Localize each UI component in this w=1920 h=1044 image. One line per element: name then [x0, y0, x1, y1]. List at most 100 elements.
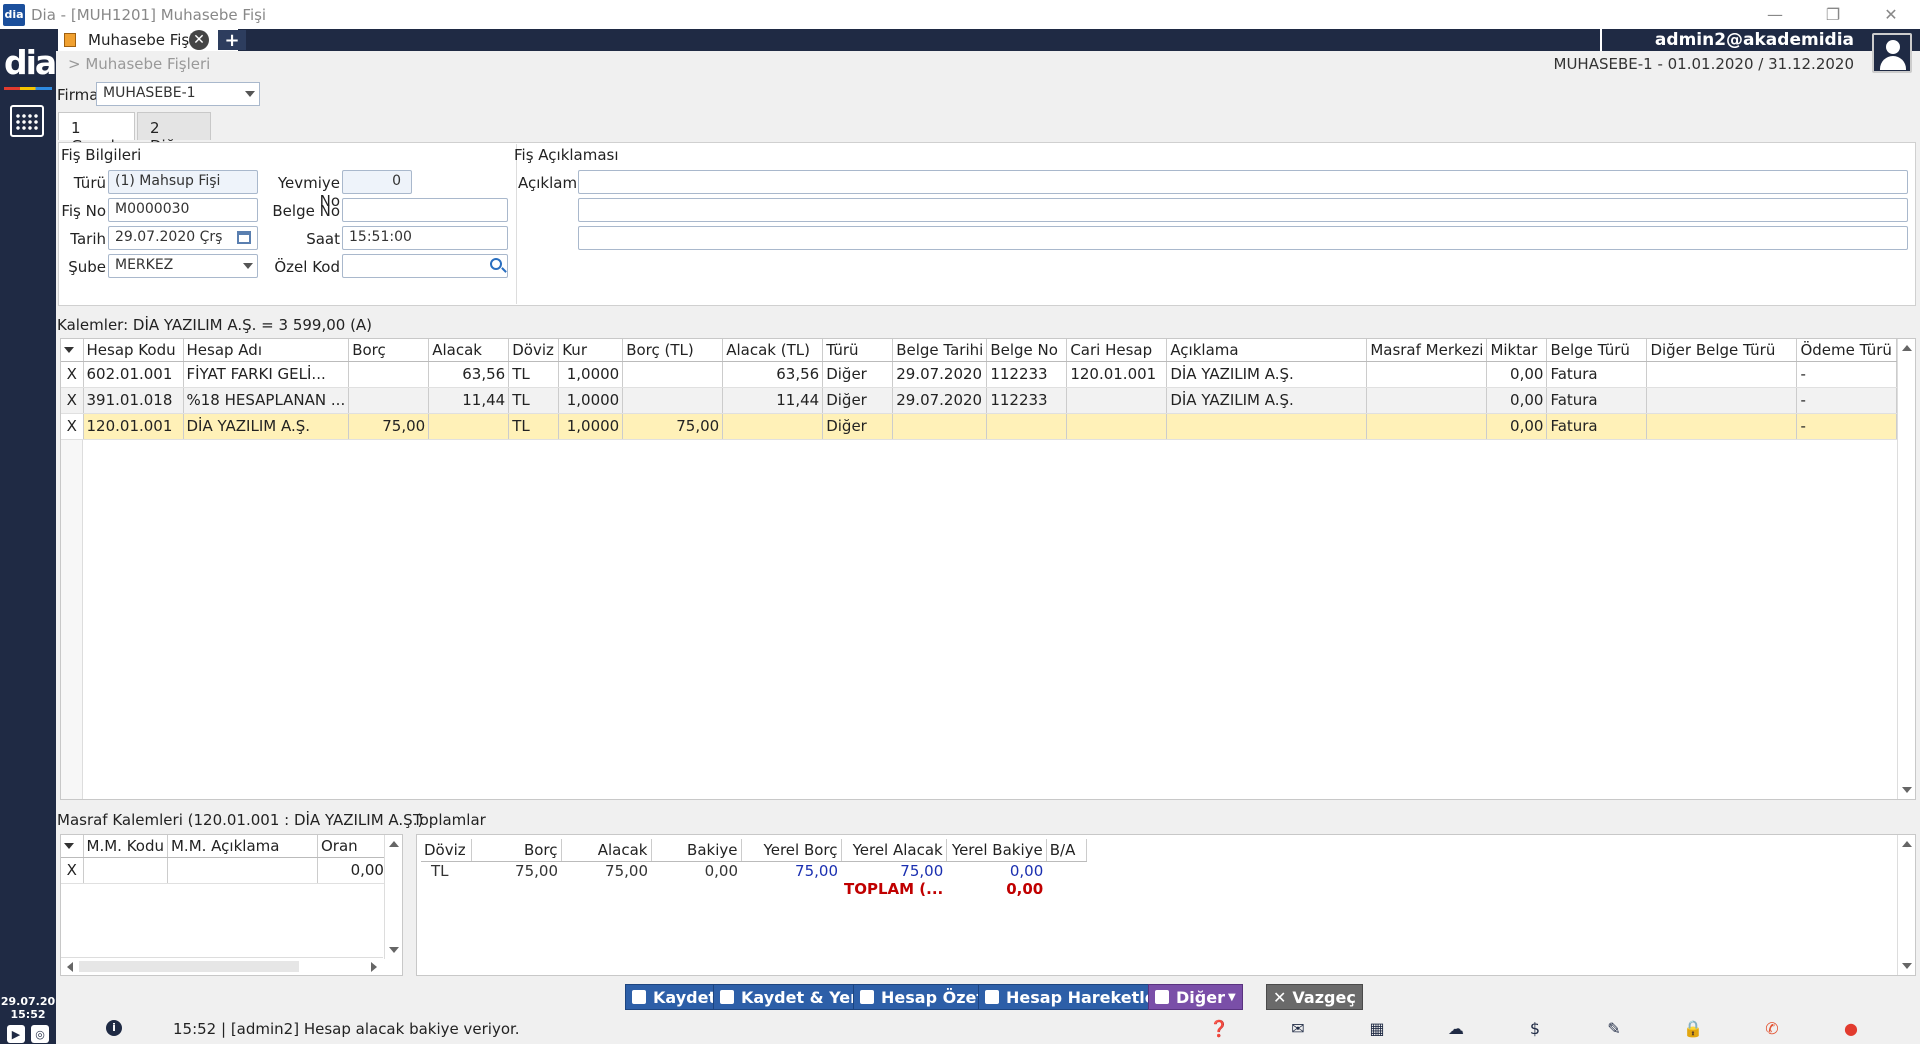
table-row-selected[interactable]: X 120.01.001 DİA YAZILIM A.Ş. 75,00 TL 1…	[61, 413, 1898, 440]
belgeno-field[interactable]	[342, 198, 508, 222]
cell[interactable]	[622, 361, 724, 388]
cell[interactable]: 1,0000	[558, 361, 624, 388]
cell[interactable]: 0,00	[1486, 413, 1548, 440]
col-odeme-turu[interactable]: Ödeme Türü	[1796, 339, 1898, 362]
col-kur[interactable]: Kur	[558, 339, 624, 362]
search-icon[interactable]	[490, 258, 502, 270]
delete-row-icon[interactable]: X	[61, 387, 84, 414]
cell[interactable]: Fatura	[1546, 413, 1648, 440]
phone-icon[interactable]: ✆	[1762, 1019, 1782, 1039]
cell[interactable]	[986, 413, 1068, 440]
col-turu[interactable]: Türü	[822, 339, 894, 362]
ozelkod-field[interactable]	[342, 254, 508, 278]
close-window-button[interactable]: ✕	[1862, 0, 1920, 29]
col-doviz[interactable]: Döviz	[508, 339, 560, 362]
col-borc[interactable]: Borç	[348, 339, 430, 362]
cell[interactable]	[622, 387, 724, 414]
cell[interactable]	[348, 387, 430, 414]
mail-icon[interactable]: ✉	[1288, 1019, 1308, 1039]
chevron-down-icon[interactable]	[243, 263, 253, 269]
kaydet-button[interactable]: Kaydet	[625, 984, 724, 1010]
toplamlar-vertical-scrollbar[interactable]	[1897, 835, 1915, 975]
cell[interactable]: 112233	[986, 387, 1068, 414]
cell[interactable]: 29.07.2020	[892, 387, 988, 414]
cell[interactable]: 1,0000	[558, 387, 624, 414]
scroll-up-icon[interactable]	[389, 841, 399, 847]
cell[interactable]: Fatura	[1546, 361, 1648, 388]
col-borc-tl[interactable]: Borç (TL)	[622, 339, 724, 362]
scroll-up-icon[interactable]	[1902, 841, 1912, 847]
vazgec-button[interactable]: ✕ Vazgeç	[1266, 984, 1363, 1010]
col-hesap-adi[interactable]: Hesap Adı	[183, 339, 350, 362]
col-oran[interactable]: Oran	[317, 835, 388, 858]
record-icon[interactable]: ●	[1841, 1019, 1861, 1039]
sube-select[interactable]: MERKEZ	[108, 254, 258, 278]
cell[interactable]	[83, 857, 168, 884]
cell[interactable]: 11,44	[428, 387, 510, 414]
restore-button[interactable]: ❐	[1804, 0, 1862, 29]
kaydet-yeni-button[interactable]: Kaydet & Yeni	[713, 984, 875, 1010]
cell[interactable]	[1066, 387, 1168, 414]
cell[interactable]: 75,00	[622, 413, 724, 440]
close-tab-icon[interactable]: ✕	[189, 30, 209, 50]
cell[interactable]: Fatura	[1546, 387, 1648, 414]
tab-genel[interactable]: 1 Genel	[58, 112, 135, 155]
scroll-down-icon[interactable]	[1902, 963, 1912, 969]
minimize-button[interactable]: —	[1746, 0, 1804, 29]
currency-icon[interactable]: $	[1525, 1019, 1545, 1039]
diger-button[interactable]: Diğer ▼	[1148, 984, 1243, 1010]
cell[interactable]	[1366, 413, 1488, 440]
info-icon[interactable]: i	[106, 1020, 122, 1036]
cloud-sync-icon[interactable]: ☁	[1446, 1019, 1466, 1039]
col-cari-hesap[interactable]: Cari Hesap	[1066, 339, 1168, 362]
chevron-down-icon[interactable]	[64, 843, 74, 850]
cell[interactable]	[1166, 413, 1368, 440]
tab-diger[interactable]: 2 Diğer	[137, 112, 211, 155]
cell[interactable]: 112233	[986, 361, 1068, 388]
cell[interactable]: DİA YAZILIM A.Ş.	[183, 413, 350, 440]
help-icon[interactable]: ❓	[1209, 1019, 1229, 1039]
scroll-left-icon[interactable]	[67, 962, 73, 972]
cell[interactable]: 11,44	[722, 387, 824, 414]
cell[interactable]	[1066, 413, 1168, 440]
instagram-icon[interactable]: ◎	[31, 1025, 49, 1043]
scroll-down-icon[interactable]	[389, 947, 399, 953]
col-masraf-merkezi[interactable]: Masraf Merkezi	[1366, 339, 1488, 362]
turu-field[interactable]: (1) Mahsup Fişi	[108, 170, 258, 194]
cell[interactable]: %18 HESAPLANAN ...	[183, 387, 350, 414]
cell[interactable]	[1646, 361, 1798, 388]
chat-icon[interactable]: ✎	[1604, 1019, 1624, 1039]
cell[interactable]	[1646, 413, 1798, 440]
col-alacak-tl[interactable]: Alacak (TL)	[722, 339, 824, 362]
aciklama-line-1[interactable]	[578, 170, 1908, 194]
cell[interactable]: 29.07.2020	[892, 361, 988, 388]
tarih-field[interactable]: 29.07.2020 Çrş	[108, 226, 258, 250]
hesap-hareketleri-button[interactable]: Hesap Hareketleri	[978, 984, 1176, 1010]
col-alacak[interactable]: Alacak	[428, 339, 510, 362]
cell[interactable]: 0,00	[1486, 361, 1548, 388]
cell[interactable]	[348, 361, 430, 388]
cell[interactable]	[722, 413, 824, 440]
scroll-down-icon[interactable]	[1902, 787, 1912, 793]
cell[interactable]: Diğer	[822, 413, 894, 440]
chevron-down-icon[interactable]	[245, 91, 255, 97]
yevmiye-field[interactable]: 0	[342, 170, 412, 194]
table-row[interactable]: X 391.01.018 %18 HESAPLANAN ... 11,44 TL…	[61, 387, 1898, 414]
delete-row-icon[interactable]: X	[61, 361, 84, 388]
delete-row-icon[interactable]: X	[61, 413, 84, 440]
col-miktar[interactable]: Miktar	[1486, 339, 1548, 362]
masraf-vertical-scrollbar[interactable]	[384, 835, 402, 959]
col-belge-tarihi[interactable]: Belge Tarihi	[892, 339, 988, 362]
scroll-right-icon[interactable]	[371, 962, 377, 972]
youtube-icon[interactable]: ▶	[7, 1025, 25, 1043]
cell[interactable]	[1366, 361, 1488, 388]
cell[interactable]: TL	[508, 387, 560, 414]
cell[interactable]: Diğer	[822, 361, 894, 388]
table-row[interactable]: X 602.01.001 FİYAT FARKI GELİ... 63,56 T…	[61, 361, 1898, 388]
cell[interactable]	[428, 413, 510, 440]
cell[interactable]	[1366, 387, 1488, 414]
grid-vertical-scrollbar[interactable]	[1897, 339, 1915, 799]
cell[interactable]	[167, 857, 318, 884]
calendar-icon[interactable]	[10, 105, 44, 137]
cell[interactable]: DİA YAZILIM A.Ş.	[1166, 387, 1368, 414]
